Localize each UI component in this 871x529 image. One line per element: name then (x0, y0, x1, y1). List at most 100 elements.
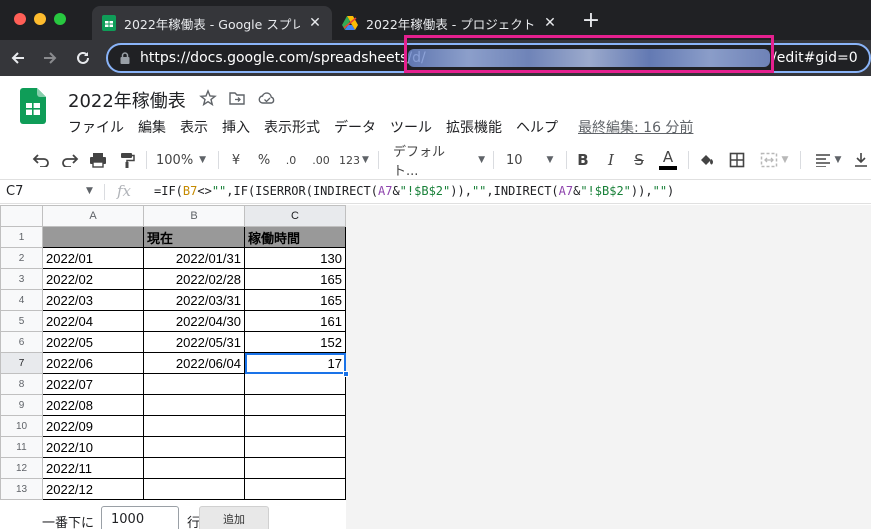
move-folder-icon[interactable] (228, 89, 246, 107)
menu-tools[interactable]: ツール (390, 117, 432, 137)
menu-help[interactable]: ヘルプ (516, 117, 558, 137)
row-header[interactable]: 6 (0, 331, 43, 353)
font-size-select[interactable]: 10 ▼ (506, 149, 558, 171)
menu-edit[interactable]: 編集 (138, 117, 166, 137)
cell[interactable] (143, 394, 245, 416)
forward-button[interactable] (38, 46, 62, 70)
add-rows-button[interactable]: 追加 (199, 506, 269, 529)
close-window-button[interactable] (14, 13, 26, 25)
cell[interactable]: 2022/02/28 (143, 268, 245, 290)
cell[interactable] (143, 373, 245, 395)
cell[interactable]: 2022/04/30 (143, 310, 245, 332)
cell[interactable] (143, 436, 245, 458)
row-header[interactable]: 2 (0, 247, 43, 269)
cell[interactable]: 130 (244, 247, 346, 269)
undo-button[interactable] (30, 149, 52, 171)
formula-input[interactable]: =IF(B7<>"",IF(ISERROR(INDIRECT(A7&"!$B$2… (154, 184, 674, 198)
row-header[interactable]: 5 (0, 310, 43, 332)
menu-view[interactable]: 表示 (180, 117, 208, 137)
bold-button[interactable]: B (573, 149, 593, 171)
vertical-align-button[interactable] (851, 149, 871, 171)
merge-cells-button[interactable]: ▼ (754, 149, 794, 171)
cell[interactable]: 稼働時間 (244, 226, 346, 248)
row-header[interactable]: 13 (0, 478, 43, 500)
font-family-select[interactable]: デフォルト... ▼ (393, 145, 485, 179)
cell[interactable] (143, 415, 245, 437)
redo-button[interactable] (59, 149, 81, 171)
cell[interactable] (42, 226, 144, 248)
column-header-a[interactable]: A (42, 205, 144, 227)
column-header-c[interactable]: C (244, 205, 346, 227)
menu-file[interactable]: ファイル (68, 117, 124, 137)
strikethrough-button[interactable]: S (629, 149, 649, 171)
menu-insert[interactable]: 挿入 (222, 117, 250, 137)
currency-button[interactable]: ¥ (226, 149, 246, 171)
sheets-logo-icon[interactable] (20, 88, 46, 124)
cell[interactable]: 2022/03/31 (143, 289, 245, 311)
cell[interactable]: 165 (244, 268, 346, 290)
new-tab-button[interactable]: + (581, 8, 601, 33)
cloud-status-icon[interactable] (258, 89, 276, 107)
cell[interactable]: 2022/05/31 (143, 331, 245, 353)
cell[interactable]: 2022/07 (42, 373, 144, 395)
decrease-decimal-button[interactable]: .0 (280, 149, 302, 171)
active-cell[interactable]: 17 (244, 352, 349, 377)
menu-data[interactable]: データ (334, 117, 376, 137)
print-button[interactable] (87, 149, 109, 171)
italic-button[interactable]: I (601, 149, 621, 171)
zoom-select[interactable]: 100% ▼ (156, 149, 212, 171)
row-header[interactable]: 3 (0, 268, 43, 290)
cell[interactable]: 現在 (143, 226, 245, 248)
paint-format-button[interactable] (116, 149, 138, 171)
close-tab-icon[interactable]: ✕ (543, 15, 557, 31)
cell[interactable]: 2022/10 (42, 436, 144, 458)
row-header[interactable]: 1 (0, 226, 43, 248)
menu-extensions[interactable]: 拡張機能 (446, 117, 502, 137)
cell[interactable]: 2022/11 (42, 457, 144, 479)
cell[interactable]: 2022/02 (42, 268, 144, 290)
horizontal-align-button[interactable]: ▼ (808, 149, 848, 171)
cell[interactable] (244, 373, 346, 395)
cell[interactable]: 2022/09 (42, 415, 144, 437)
cell[interactable]: 165 (244, 289, 346, 311)
cell[interactable]: 2022/04 (42, 310, 144, 332)
cell[interactable]: 2022/05 (42, 331, 144, 353)
cell[interactable] (244, 436, 346, 458)
row-header[interactable]: 9 (0, 394, 43, 416)
name-box[interactable]: C7 (6, 184, 23, 199)
chevron-down-icon[interactable]: ▼ (86, 186, 93, 196)
fill-color-button[interactable] (696, 149, 718, 171)
fill-handle[interactable] (343, 371, 349, 377)
cell[interactable]: 2022/12 (42, 478, 144, 500)
minimize-window-button[interactable] (34, 13, 46, 25)
star-icon[interactable] (199, 89, 217, 107)
cell[interactable]: 2022/03 (42, 289, 144, 311)
row-header[interactable]: 12 (0, 457, 43, 479)
cell[interactable]: 2022/06/04 (143, 352, 245, 374)
cell[interactable]: 152 (244, 331, 346, 353)
cell[interactable] (143, 478, 245, 500)
row-header[interactable]: 11 (0, 436, 43, 458)
cell[interactable]: 2022/08 (42, 394, 144, 416)
document-title[interactable]: 2022年稼働表 (68, 87, 186, 113)
row-header[interactable]: 7 (0, 352, 43, 374)
number-format-select[interactable]: 123 ▼ (337, 149, 371, 171)
close-tab-icon[interactable]: ✕ (308, 15, 322, 31)
last-edit-link[interactable]: 最終編集: 16 分前 (578, 117, 693, 137)
cell[interactable]: 2022/06 (42, 352, 144, 374)
select-all-corner[interactable] (0, 205, 43, 227)
cell[interactable]: 2022/01/31 (143, 247, 245, 269)
cell[interactable]: 2022/01 (42, 247, 144, 269)
cell[interactable]: 161 (244, 310, 346, 332)
add-rows-count-input[interactable]: 1000 (101, 506, 179, 529)
row-header[interactable]: 4 (0, 289, 43, 311)
cell[interactable] (244, 415, 346, 437)
increase-decimal-button[interactable]: .00 (308, 149, 334, 171)
cell[interactable] (244, 394, 346, 416)
menu-format[interactable]: 表示形式 (264, 117, 320, 137)
cell[interactable] (244, 457, 346, 479)
cell[interactable] (244, 478, 346, 500)
reload-button[interactable] (71, 46, 95, 70)
tab-sheets[interactable]: 2022年稼働表 - Google スプレッ ✕ (92, 6, 332, 40)
cell[interactable] (143, 457, 245, 479)
